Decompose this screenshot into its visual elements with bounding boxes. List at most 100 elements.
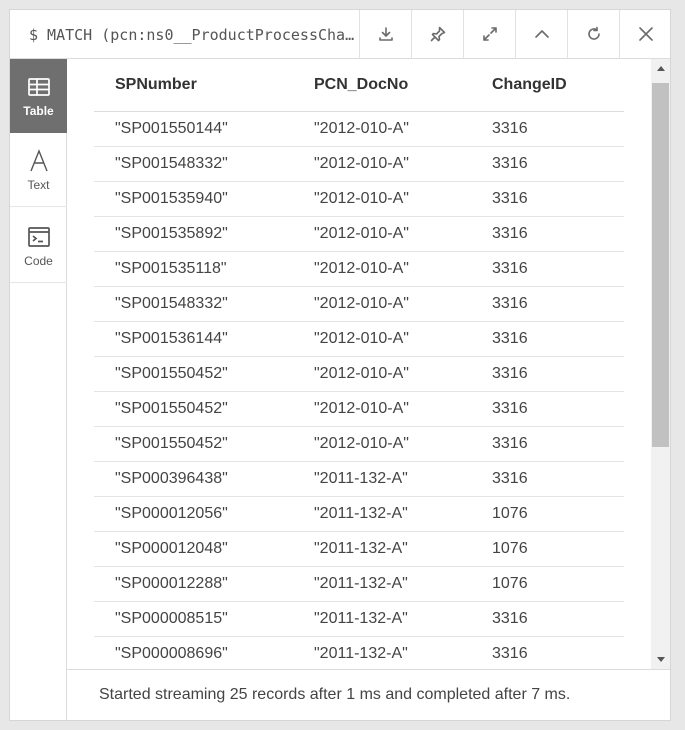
sidebar-item-text[interactable]: Text: [10, 133, 67, 207]
table-row: "SP001535940" "2012-010-A" 3316: [94, 181, 624, 217]
cell-spnumber: "SP001535892": [94, 216, 293, 252]
cell-pcn-docno: "2012-010-A": [293, 181, 471, 217]
cell-pcn-docno: "2012-010-A": [293, 111, 471, 147]
sidebar-item-label: Code: [24, 253, 53, 268]
pin-icon: [430, 26, 445, 42]
collapse-icon: [534, 30, 549, 38]
cell-spnumber: "SP001550452": [94, 391, 293, 427]
cell-pcn-docno: "2012-010-A": [293, 356, 471, 392]
cell-spnumber: "SP001550452": [94, 426, 293, 462]
result-table-container[interactable]: SPNumber PCN_DocNo ChangeID "SP001550144…: [94, 59, 624, 669]
cell-changeid: 1076: [471, 531, 624, 567]
cell-pcn-docno: "2012-010-A": [293, 216, 471, 252]
cell-pcn-docno: "2012-010-A": [293, 321, 471, 357]
cell-changeid: 1076: [471, 566, 624, 602]
cell-changeid: 3316: [471, 146, 624, 182]
cell-pcn-docno: "2011-132-A": [293, 566, 471, 602]
cell-pcn-docno: "2012-010-A": [293, 251, 471, 287]
cell-spnumber: "SP001550452": [94, 356, 293, 392]
cell-pcn-docno: "2011-132-A": [293, 461, 471, 497]
sidebar-item-label: Text: [27, 177, 50, 192]
collapse-button[interactable]: [515, 10, 567, 58]
table-row: "SP001548332" "2012-010-A" 3316: [94, 146, 624, 182]
close-icon: [638, 27, 653, 41]
table-row: "SP000012288" "2011-132-A" 1076: [94, 566, 624, 602]
cell-spnumber: "SP000012288": [94, 566, 293, 602]
cell-spnumber: "SP000008696": [94, 636, 293, 669]
cell-spnumber: "SP001535118": [94, 251, 293, 287]
cell-changeid: 3316: [471, 286, 624, 322]
result-frame: $ MATCH (pcn:ns0__ProductProcessChangeNo…: [9, 9, 671, 721]
scroll-down-button[interactable]: [651, 649, 670, 669]
result-table: SPNumber PCN_DocNo ChangeID "SP001550144…: [94, 59, 624, 669]
table-header-row: SPNumber PCN_DocNo ChangeID: [94, 59, 624, 112]
query-text[interactable]: $ MATCH (pcn:ns0__ProductProcessChangeNo…: [29, 24, 359, 46]
rerun-icon: [587, 26, 600, 40]
table-row: "SP000012048" "2011-132-A" 1076: [94, 531, 624, 567]
cell-changeid: 3316: [471, 391, 624, 427]
cell-changeid: 3316: [471, 181, 624, 217]
pin-button[interactable]: [411, 10, 463, 58]
cell-changeid: 3316: [471, 601, 624, 637]
expand-icon: [482, 27, 497, 41]
table-row: "SP001550452" "2012-010-A" 3316: [94, 426, 624, 462]
cell-pcn-docno: "2012-010-A": [293, 146, 471, 182]
table-row: "SP001536144" "2012-010-A" 3316: [94, 321, 624, 357]
cell-spnumber: "SP000008515": [94, 601, 293, 637]
table-row: "SP001550144" "2012-010-A" 3316: [94, 111, 624, 147]
cell-changeid: 3316: [471, 216, 624, 252]
sidebar-item-table[interactable]: Table: [10, 59, 67, 133]
cell-changeid: 1076: [471, 496, 624, 532]
status-message: Started streaming 25 records after 1 ms …: [99, 686, 571, 703]
cell-changeid: 3316: [471, 636, 624, 669]
cell-pcn-docno: "2011-132-A": [293, 496, 471, 532]
cell-changeid: 3316: [471, 426, 624, 462]
cell-pcn-docno: "2011-132-A": [293, 531, 471, 567]
cell-pcn-docno: "2012-010-A": [293, 426, 471, 462]
cell-pcn-docno: "2012-010-A": [293, 391, 471, 427]
view-sidebar: Table Text Code: [10, 59, 67, 720]
table-icon: [27, 77, 50, 96]
cell-changeid: 3316: [471, 356, 624, 392]
cell-spnumber: "SP000012048": [94, 531, 293, 567]
column-header-changeid: ChangeID: [471, 59, 624, 112]
column-header-spnumber: SPNumber: [94, 59, 293, 112]
sidebar-item-code[interactable]: Code: [10, 209, 67, 283]
code-icon: [27, 226, 50, 247]
scrollbar-thumb[interactable]: [652, 83, 669, 447]
cell-spnumber: "SP001536144": [94, 321, 293, 357]
vertical-scrollbar[interactable]: [651, 59, 670, 669]
table-row: "SP001535118" "2012-010-A" 3316: [94, 251, 624, 287]
cell-spnumber: "SP001550144": [94, 111, 293, 147]
table-row: "SP001535892" "2012-010-A" 3316: [94, 216, 624, 252]
table-row: "SP000008515" "2011-132-A" 3316: [94, 601, 624, 637]
cell-pcn-docno: "2012-010-A": [293, 286, 471, 322]
cell-spnumber: "SP001548332": [94, 286, 293, 322]
column-header-pcn-docno: PCN_DocNo: [293, 59, 471, 112]
expand-button[interactable]: [463, 10, 515, 58]
scroll-up-button[interactable]: [651, 59, 670, 79]
close-button[interactable]: [619, 10, 671, 58]
cell-spnumber: "SP000396438": [94, 461, 293, 497]
cell-spnumber: "SP001548332": [94, 146, 293, 182]
table-row: "SP000396438" "2011-132-A" 3316: [94, 461, 624, 497]
status-bar: Started streaming 25 records after 1 ms …: [67, 669, 670, 720]
text-icon: [29, 148, 48, 171]
cell-spnumber: "SP001535940": [94, 181, 293, 217]
cell-pcn-docno: "2011-132-A": [293, 636, 471, 669]
sidebar-item-label: Table: [23, 103, 54, 118]
table-row: "SP000008696" "2011-132-A" 3316: [94, 636, 624, 669]
table-row: "SP001550452" "2012-010-A" 3316: [94, 391, 624, 427]
rerun-button[interactable]: [567, 10, 619, 58]
table-row: "SP001550452" "2012-010-A" 3316: [94, 356, 624, 392]
triangle-up-icon: [656, 66, 665, 71]
cell-changeid: 3316: [471, 111, 624, 147]
cell-changeid: 3316: [471, 321, 624, 357]
download-button[interactable]: [359, 10, 411, 58]
cell-changeid: 3316: [471, 461, 624, 497]
table-row: "SP001548332" "2012-010-A" 3316: [94, 286, 624, 322]
triangle-down-icon: [656, 657, 665, 662]
table-row: "SP000012056" "2011-132-A" 1076: [94, 496, 624, 532]
frame-header: $ MATCH (pcn:ns0__ProductProcessChangeNo…: [10, 10, 670, 59]
download-icon: [378, 27, 393, 41]
